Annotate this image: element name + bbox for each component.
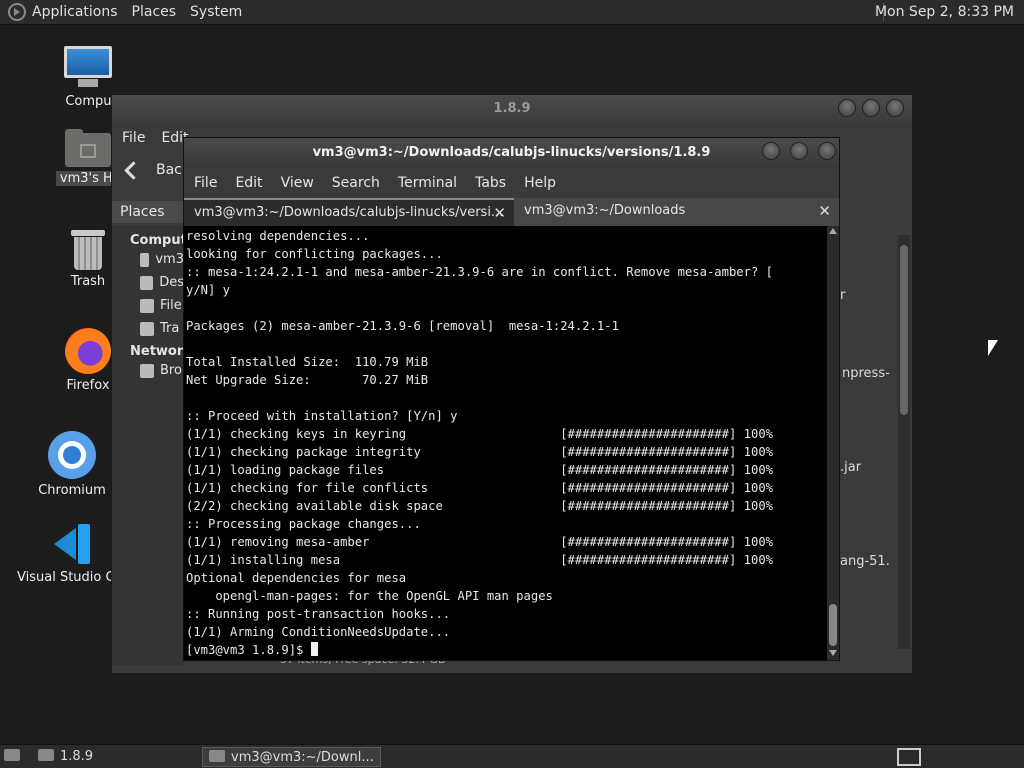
- sidebar-item-label: Des: [159, 275, 184, 290]
- menu-places[interactable]: Places: [132, 4, 177, 20]
- terminal-prompt: [vm3@vm3 1.8.9]$: [186, 643, 311, 657]
- sidebar-item-label: Bro: [160, 363, 182, 378]
- maximize-icon[interactable]: [790, 142, 808, 160]
- computer-icon: [64, 46, 112, 90]
- mouse-pointer-icon: [988, 340, 998, 356]
- fm-menu-file[interactable]: File: [122, 130, 145, 146]
- places-dropdown[interactable]: Places: [112, 201, 184, 223]
- taskbar-item-terminal[interactable]: vm3@vm3:~/Downl...: [202, 747, 381, 767]
- terminal-tab-inactive[interactable]: vm3@vm3:~/Downloads ✕: [514, 198, 839, 226]
- tab-close-icon[interactable]: ✕: [493, 200, 506, 226]
- terminal-output-text: resolving dependencies... looking for co…: [186, 229, 773, 639]
- filesystem-icon: [140, 298, 154, 313]
- folder-icon: [38, 749, 54, 761]
- terminal-window: vm3@vm3:~/Downloads/calubjs-linucks/vers…: [183, 137, 840, 661]
- workspace-switcher-icon[interactable]: [897, 748, 921, 766]
- scroll-up-icon[interactable]: [829, 228, 837, 234]
- sidebar-item-filesystem[interactable]: File: [112, 294, 184, 317]
- desktop-icon: [140, 275, 154, 290]
- clock[interactable]: Mon Sep 2, 8:33 PM: [875, 4, 1014, 20]
- file-manager-sidebar: Compute vm3 Des File Tra Network Bro: [112, 225, 196, 665]
- file-item-label[interactable]: r: [840, 288, 845, 303]
- terminal-icon: [209, 750, 225, 762]
- home-folder-icon: [65, 129, 111, 167]
- scrollbar-thumb[interactable]: [829, 604, 837, 646]
- taskbar-item-label: 1.8.9: [60, 749, 94, 764]
- sidebar-item-trash[interactable]: Tra: [112, 317, 184, 340]
- sidebar-item-desktop[interactable]: Des: [112, 271, 184, 294]
- sidebar-item-browse-network[interactable]: Bro: [112, 359, 184, 382]
- back-arrow-icon[interactable]: [124, 159, 146, 181]
- terminal-menu-terminal[interactable]: Terminal: [398, 175, 457, 191]
- menu-system[interactable]: System: [190, 4, 242, 20]
- chromium-icon: [48, 431, 96, 479]
- sidebar-item-label: vm3: [155, 252, 184, 267]
- terminal-cursor: [310, 642, 318, 656]
- home-icon: [140, 252, 150, 267]
- minimize-icon[interactable]: [762, 142, 780, 160]
- terminal-tab-active[interactable]: vm3@vm3:~/Downloads/calubjs-linucks/vers…: [184, 198, 514, 226]
- file-item-label[interactable]: ang-51.: [840, 554, 890, 569]
- trash-icon: [140, 321, 154, 336]
- distro-logo-icon[interactable]: [8, 3, 26, 21]
- show-files-icon[interactable]: [4, 747, 26, 767]
- tab-label: vm3@vm3:~/Downloads/calubjs-linucks/vers…: [194, 205, 504, 220]
- firefox-icon: [65, 328, 111, 374]
- file-item-label[interactable]: npress-: [842, 366, 890, 381]
- terminal-menu-file[interactable]: File: [194, 175, 217, 191]
- terminal-menu-help[interactable]: Help: [524, 175, 556, 191]
- terminal-output[interactable]: resolving dependencies... looking for co…: [184, 226, 827, 660]
- file-item-label[interactable]: .jar: [840, 460, 861, 475]
- menu-applications[interactable]: Applications: [32, 4, 118, 20]
- terminal-menu-search[interactable]: Search: [332, 175, 380, 191]
- sidebar-item-home[interactable]: vm3: [112, 248, 184, 271]
- top-panel: Applications Places System Mon Sep 2, 8:…: [0, 0, 1024, 25]
- tab-label: vm3@vm3:~/Downloads: [524, 203, 686, 218]
- maximize-icon[interactable]: [862, 99, 880, 117]
- close-icon[interactable]: [886, 99, 904, 117]
- scroll-down-icon[interactable]: [829, 650, 837, 656]
- file-manager-title[interactable]: 1.8.9: [112, 95, 912, 123]
- bottom-panel: 1.8.9 vm3@vm3:~/Downl...: [0, 744, 1024, 768]
- network-icon: [140, 363, 154, 378]
- terminal-menu-view[interactable]: View: [281, 175, 314, 191]
- taskbar-item-file-manager[interactable]: 1.8.9: [38, 747, 93, 767]
- terminal-tab-bar: vm3@vm3:~/Downloads/calubjs-linucks/vers…: [184, 198, 839, 226]
- terminal-menu-edit[interactable]: Edit: [235, 175, 262, 191]
- terminal-title[interactable]: vm3@vm3:~/Downloads/calubjs-linucks/vers…: [184, 138, 839, 168]
- terminal-menu-tabs[interactable]: Tabs: [475, 175, 506, 191]
- file-manager-scrollbar[interactable]: [898, 235, 910, 649]
- tab-close-icon[interactable]: ✕: [818, 198, 831, 224]
- sidebar-header-network: Network: [130, 344, 192, 359]
- sidebar-item-label: Tra: [160, 321, 180, 336]
- minimize-icon[interactable]: [838, 99, 856, 117]
- desktop-icon-label: Visual Studio Co: [17, 570, 111, 585]
- terminal-scrollbar[interactable]: [827, 226, 839, 660]
- terminal-menubar: File Edit View Search Terminal Tabs Help: [184, 168, 839, 198]
- sidebar-item-label: File: [160, 298, 182, 313]
- sidebar-header-computer: Compute: [130, 233, 196, 248]
- close-icon[interactable]: [818, 142, 836, 160]
- vscode-icon: [50, 522, 94, 566]
- trash-icon: [71, 230, 105, 270]
- taskbar-item-label: vm3@vm3:~/Downl...: [231, 750, 374, 765]
